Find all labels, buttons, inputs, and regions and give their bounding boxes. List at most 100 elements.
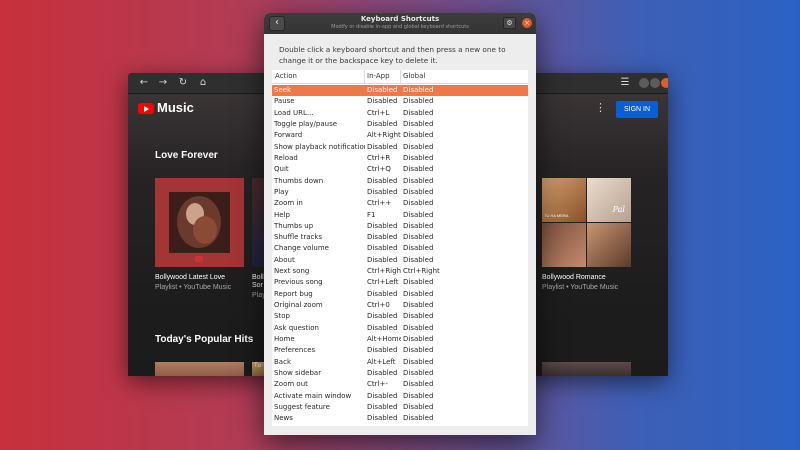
shortcut-in-app[interactable]: F1 xyxy=(367,210,401,221)
table-row[interactable]: Preferences Disabled Disabled xyxy=(272,345,528,356)
shortcut-in-app[interactable]: Disabled xyxy=(367,176,401,187)
shortcut-global[interactable]: Ctrl+Right xyxy=(403,266,483,277)
shortcut-global[interactable]: Disabled xyxy=(403,142,483,153)
table-row[interactable]: Stop Disabled Disabled xyxy=(272,311,528,322)
shortcut-in-app[interactable]: Ctrl++ xyxy=(367,198,401,209)
table-row[interactable]: Original zoom Ctrl+0 Disabled xyxy=(272,300,528,311)
shortcut-in-app[interactable]: Disabled xyxy=(367,323,401,334)
shortcut-in-app[interactable]: Disabled xyxy=(367,232,401,243)
shortcut-in-app[interactable]: Disabled xyxy=(367,119,401,130)
card-title[interactable]: Bollywood Latest Love xyxy=(155,274,225,281)
shortcut-in-app[interactable]: Ctrl+R xyxy=(367,153,401,164)
table-row[interactable]: Shuffle tracks Disabled Disabled xyxy=(272,232,528,243)
shortcut-in-app[interactable]: Ctrl+0 xyxy=(367,300,401,311)
table-row[interactable]: Zoom in Ctrl++ Disabled xyxy=(272,198,528,209)
column-header-global[interactable]: Global xyxy=(403,72,425,80)
table-row[interactable]: Pause Disabled Disabled xyxy=(272,96,528,107)
table-row[interactable]: Back Alt+Left Disabled xyxy=(272,357,528,368)
shortcut-global[interactable]: Disabled xyxy=(403,164,483,175)
playlist-cover-bollywood-latest-love[interactable] xyxy=(155,178,244,267)
shortcut-in-app[interactable]: Disabled xyxy=(367,85,401,96)
shortcut-global[interactable]: Disabled xyxy=(403,187,483,198)
shortcut-global[interactable]: Disabled xyxy=(403,289,483,300)
card-title[interactable]: Bollywood Romance xyxy=(542,274,606,281)
table-row[interactable]: Toggle play/pause Disabled Disabled xyxy=(272,119,528,130)
table-row[interactable]: Home Alt+Home Disabled xyxy=(272,334,528,345)
table-row[interactable]: Forward Alt+Right Disabled xyxy=(272,130,528,141)
shortcut-global[interactable]: Disabled xyxy=(403,221,483,232)
shortcut-in-app[interactable]: Disabled xyxy=(367,345,401,356)
table-row[interactable]: Thumbs down Disabled Disabled xyxy=(272,176,528,187)
settings-icon[interactable]: ⚙ xyxy=(503,17,516,29)
shortcut-global[interactable]: Disabled xyxy=(403,311,483,322)
table-row[interactable]: Quit Ctrl+Q Disabled xyxy=(272,164,528,175)
table-row[interactable]: About Disabled Disabled xyxy=(272,255,528,266)
home-icon[interactable]: ⌂ xyxy=(195,76,211,90)
table-row[interactable]: Ask question Disabled Disabled xyxy=(272,323,528,334)
shortcut-in-app[interactable]: Alt+Left xyxy=(367,357,401,368)
shortcut-global[interactable]: Disabled xyxy=(403,153,483,164)
minimize-icon[interactable] xyxy=(639,78,649,88)
card-title[interactable]: Sor xyxy=(252,282,263,289)
shortcut-in-app[interactable]: Ctrl+- xyxy=(367,379,401,390)
youtube-play-icon[interactable] xyxy=(138,103,154,114)
table-row[interactable]: Report bug Disabled Disabled xyxy=(272,289,528,300)
table-row[interactable]: Show playback notification Disabled Disabl… xyxy=(272,142,528,153)
shortcut-global[interactable]: Disabled xyxy=(403,119,483,130)
table-row[interactable]: Play Disabled Disabled xyxy=(272,187,528,198)
table-row[interactable]: Seek Disabled Disabled xyxy=(272,85,528,97)
shortcut-global[interactable]: Disabled xyxy=(403,198,483,209)
shortcut-in-app[interactable]: Ctrl+Right xyxy=(367,266,401,277)
shortcut-in-app[interactable]: Disabled xyxy=(367,142,401,153)
shortcut-global[interactable]: Disabled xyxy=(403,277,483,288)
shortcut-global[interactable]: Disabled xyxy=(403,243,483,254)
table-row[interactable]: Previous song Ctrl+Left Disabled xyxy=(272,277,528,288)
reload-icon[interactable]: ↻ xyxy=(175,76,191,90)
column-header-in-app[interactable]: In-App xyxy=(367,72,390,80)
shortcut-global[interactable]: Disabled xyxy=(403,96,483,107)
shortcut-global[interactable]: Disabled xyxy=(403,334,483,345)
shortcut-global[interactable]: Disabled xyxy=(403,232,483,243)
sign-in-button[interactable]: SIGN IN xyxy=(616,101,658,118)
shortcut-global[interactable]: Disabled xyxy=(403,391,483,402)
table-row[interactable]: Help F1 Disabled xyxy=(272,210,528,221)
hamburger-menu-icon[interactable]: ☰ xyxy=(617,76,633,90)
shortcut-in-app[interactable]: Disabled xyxy=(367,368,401,379)
shortcut-global[interactable]: Disabled xyxy=(403,402,483,413)
shortcut-in-app[interactable]: Disabled xyxy=(367,402,401,413)
table-row[interactable]: Suggest feature Disabled Disabled xyxy=(272,402,528,413)
shortcut-global[interactable]: Disabled xyxy=(403,300,483,311)
table-row[interactable]: Reload Ctrl+R Disabled xyxy=(272,153,528,164)
brand-name[interactable]: Music xyxy=(157,100,194,115)
shortcut-in-app[interactable]: Disabled xyxy=(367,96,401,107)
shortcut-global[interactable]: Disabled xyxy=(403,379,483,390)
shortcut-global[interactable]: Disabled xyxy=(403,85,483,96)
arrow-right-icon[interactable]: → xyxy=(155,76,171,90)
maximize-icon[interactable] xyxy=(650,78,660,88)
table-row[interactable]: Activate main window Disabled Disabled xyxy=(272,391,528,402)
shortcut-global[interactable]: Disabled xyxy=(403,130,483,141)
arrow-left-icon[interactable]: ← xyxy=(136,76,152,90)
shortcut-in-app[interactable]: Ctrl+L xyxy=(367,108,401,119)
card-title[interactable]: Boll xyxy=(252,274,264,281)
shortcut-in-app[interactable]: Disabled xyxy=(367,391,401,402)
shortcut-in-app[interactable]: Disabled xyxy=(367,289,401,300)
shortcut-in-app[interactable]: Alt+Right xyxy=(367,130,401,141)
more-options-icon[interactable]: ⋮ xyxy=(595,101,606,114)
shortcut-in-app[interactable]: Disabled xyxy=(367,255,401,266)
playlist-cover-bollywood-romance[interactable]: TU HA MERA Pal xyxy=(542,178,631,267)
playlist-cover-peek[interactable] xyxy=(542,362,631,376)
table-row[interactable]: Change volume Disabled Disabled xyxy=(272,243,528,254)
shortcut-global[interactable]: Disabled xyxy=(403,357,483,368)
shortcut-global[interactable]: Disabled xyxy=(403,323,483,334)
shortcut-global[interactable]: Disabled xyxy=(403,413,483,424)
shortcut-in-app[interactable]: Disabled xyxy=(367,311,401,322)
shortcut-global[interactable]: Disabled xyxy=(403,210,483,221)
shortcut-in-app[interactable]: Ctrl+Left xyxy=(367,277,401,288)
shortcut-in-app[interactable]: Disabled xyxy=(367,243,401,254)
shortcut-global[interactable]: Disabled xyxy=(403,255,483,266)
shortcut-in-app[interactable]: Ctrl+Q xyxy=(367,164,401,175)
shortcut-in-app[interactable]: Disabled xyxy=(367,221,401,232)
table-row[interactable]: Load URL... Ctrl+L Disabled xyxy=(272,108,528,119)
close-window-icon[interactable] xyxy=(661,78,668,88)
